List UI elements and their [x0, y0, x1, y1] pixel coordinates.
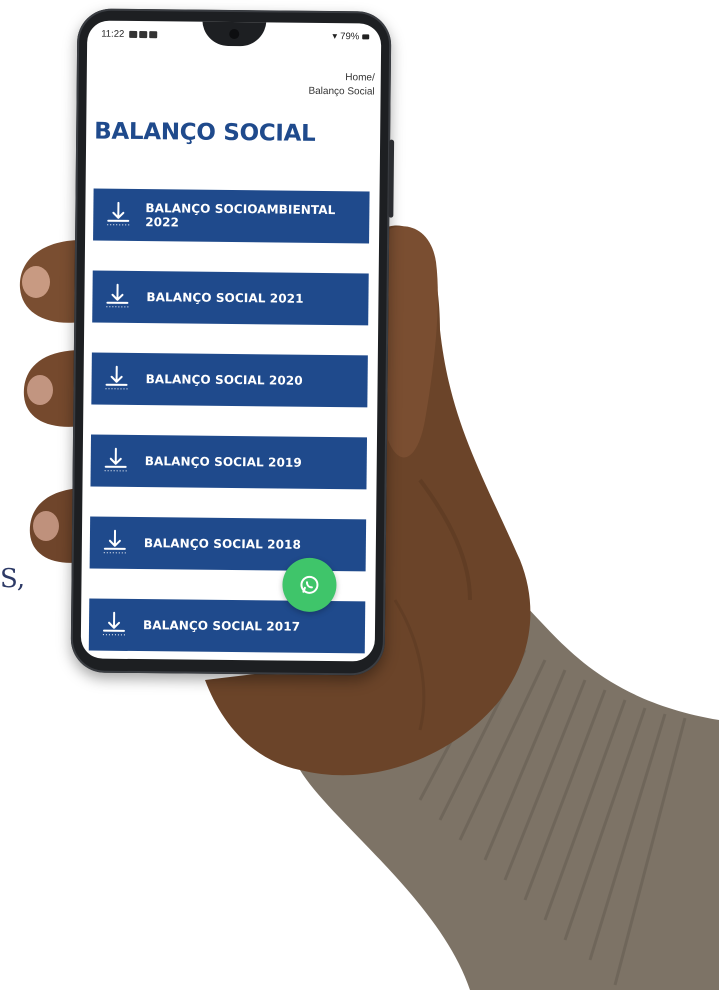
download-label: BALANÇO SOCIOAMBIENTAL 2022	[145, 201, 336, 230]
phone-side-button	[388, 139, 395, 218]
notification-icon	[139, 31, 148, 39]
phone-screen: 11:22 ▾ 79% Home/ Balanço Social BALANÇO…	[80, 20, 382, 662]
status-time-group: 11:22	[101, 28, 158, 41]
status-right-group: ▾ 79%	[332, 31, 370, 43]
notification-icon	[129, 30, 138, 39]
smartphone: 11:22 ▾ 79% Home/ Balanço Social BALANÇO…	[70, 8, 395, 676]
download-label: BALANÇO SOCIAL 2017	[142, 618, 301, 634]
download-label: BALANÇO SOCIAL 2021	[146, 290, 304, 306]
breadcrumb-home-link[interactable]: Home/	[309, 71, 375, 86]
download-item-2019[interactable]: BALANÇO SOCIAL 2019	[90, 434, 368, 490]
download-icon	[107, 201, 130, 226]
breadcrumb: Home/ Balanço Social	[308, 71, 374, 100]
breadcrumb-current: Balanço Social	[308, 85, 375, 98]
page-title: BALANÇO SOCIAL	[94, 118, 316, 147]
scene: S, 11:22 ▾ 79% Home/ Balanço Social BALA…	[0, 0, 719, 990]
download-label: BALANÇO SOCIAL 2019	[144, 454, 302, 470]
status-bar: 11:22 ▾ 79%	[87, 20, 381, 49]
download-icon	[102, 611, 125, 636]
whatsapp-button[interactable]	[282, 557, 337, 613]
download-icon	[103, 529, 126, 554]
download-icon	[106, 283, 129, 308]
notification-icons	[129, 30, 158, 39]
notification-icon	[149, 31, 158, 39]
whatsapp-icon	[300, 575, 319, 594]
download-item-2020[interactable]: BALANÇO SOCIAL 2020	[91, 352, 368, 408]
download-item-socioambiental-2022[interactable]: BALANÇO SOCIOAMBIENTAL 2022	[93, 188, 370, 244]
download-icon	[104, 447, 127, 472]
download-label: BALANÇO SOCIAL 2020	[145, 372, 303, 388]
battery-percent: 79%	[340, 31, 360, 43]
status-time: 11:22	[101, 28, 125, 40]
download-item-2021[interactable]: BALANÇO SOCIAL 2021	[92, 270, 369, 326]
download-label: BALANÇO SOCIAL 2018	[143, 536, 302, 552]
signal-icon: ▾	[332, 31, 338, 43]
battery-icon	[362, 34, 370, 40]
download-icon	[105, 365, 128, 390]
